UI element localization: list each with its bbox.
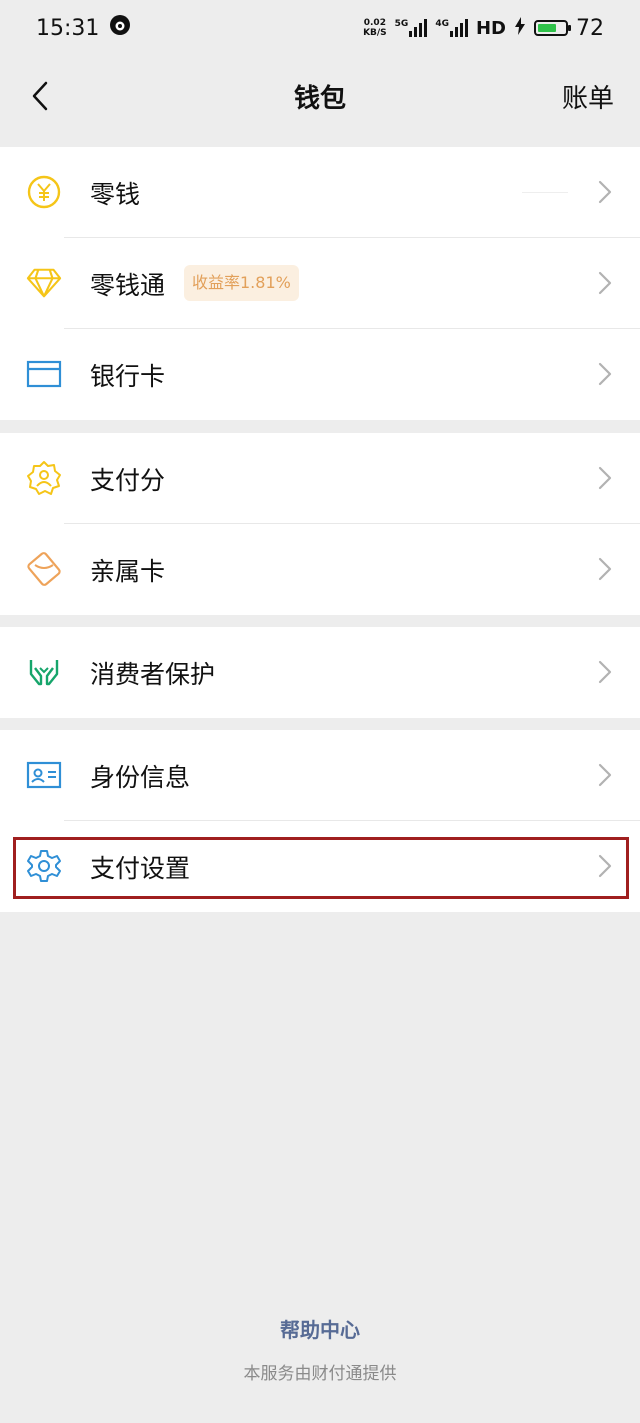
net-speed: 0.02 KB/S: [363, 18, 387, 38]
signal-bars-icon: [449, 19, 468, 37]
help-center-link[interactable]: 帮助中心: [0, 1314, 640, 1343]
signal-bars-icon: [409, 19, 428, 37]
chevron-right-icon: [598, 362, 612, 386]
diamond-icon: [26, 265, 62, 301]
net-speed-unit: KB/S: [363, 28, 387, 38]
bank-card-icon: [26, 356, 62, 392]
pay-score-badge-icon: [26, 460, 62, 496]
back-button[interactable]: [20, 76, 60, 116]
chevron-right-icon: [598, 557, 612, 581]
chevron-left-icon: [32, 81, 48, 111]
signal-5g-label: 5G: [394, 19, 409, 29]
wallet-item-change[interactable]: 零钱: [0, 147, 640, 238]
signal-4g: 4G: [435, 19, 468, 37]
net-speed-value: 0.02: [363, 18, 386, 28]
battery-icon: [534, 20, 571, 36]
wallet-group-3: 消费者保护: [0, 627, 640, 718]
hidden-balance: [522, 192, 568, 193]
nav-bar: 钱包 账单: [0, 56, 640, 136]
chevron-right-icon: [598, 660, 612, 684]
chevron-right-icon: [598, 271, 612, 295]
wallet-item-label: 身份信息: [90, 762, 191, 792]
wallet-item-label: 亲属卡: [90, 556, 166, 586]
page-title: 钱包: [293, 83, 346, 114]
yield-rate-badge: 收益率1.81%: [184, 265, 299, 301]
status-left: 15:31: [36, 14, 131, 42]
charging-icon: [514, 16, 526, 40]
wallet-item-label: 银行卡: [90, 361, 166, 391]
status-time: 15:31: [36, 15, 100, 41]
family-card-icon: [26, 551, 62, 587]
status-bar: 15:31 0.02 KB/S 5G 4G HD 72: [0, 0, 640, 56]
wallet-item-bank-card[interactable]: 银行卡: [0, 329, 640, 420]
hd-indicator: HD: [475, 17, 506, 39]
battery-level: 72: [576, 15, 604, 41]
wallet-item-consumer-protection[interactable]: 消费者保护: [0, 627, 640, 718]
wallet-item-label: 支付分: [90, 465, 166, 495]
service-provider-text: 本服务由财付通提供: [243, 1364, 397, 1384]
bill-button[interactable]: 账单: [562, 78, 614, 115]
wallet-item-pay-score[interactable]: 支付分: [0, 433, 640, 524]
yuan-coin-icon: [26, 174, 62, 210]
chevron-right-icon: [598, 763, 612, 787]
wallet-item-family-card[interactable]: 亲属卡: [0, 524, 640, 615]
chevron-right-icon: [598, 466, 612, 490]
hands-protect-icon: [26, 654, 62, 690]
wallet-item-label: 零钱: [90, 179, 141, 209]
wallet-item-identity[interactable]: 身份信息: [0, 730, 640, 821]
id-card-icon: [26, 757, 62, 793]
wallet-group-2: 支付分 亲属卡: [0, 433, 640, 615]
highlight-frame: [13, 837, 629, 899]
signal-5g: 5G: [395, 19, 428, 37]
wallet-group-1: 零钱 零钱通 收益率1.81% 银行卡: [0, 147, 640, 420]
chevron-right-icon: [598, 180, 612, 204]
signal-4g-label: 4G: [435, 19, 449, 29]
status-right: 0.02 KB/S 5G 4G HD 72: [363, 16, 604, 41]
notification-icon: [109, 14, 131, 42]
wallet-item-label: 零钱通: [90, 270, 166, 300]
wallet-item-label: 消费者保护: [90, 659, 216, 689]
wallet-item-licaitong[interactable]: 零钱通 收益率1.81%: [0, 238, 640, 329]
